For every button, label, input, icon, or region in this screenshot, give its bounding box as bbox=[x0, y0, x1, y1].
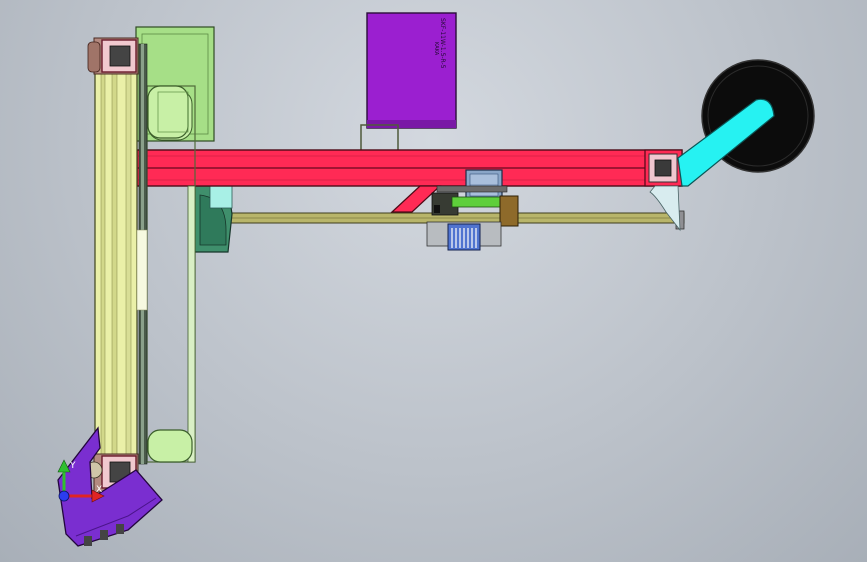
box-label-line2: KAKA bbox=[433, 42, 439, 56]
bottom-pulley-bracket[interactable] bbox=[147, 429, 193, 463]
purple-controller-box[interactable]: SKF-11W-1.5-R-5 KAKA bbox=[360, 12, 457, 152]
cad-graphics-area[interactable]: SKF-11W-1.5-R-5 KAKA Y X bbox=[0, 0, 867, 562]
box-label-line1: SKF-11W-1.5-R-5 bbox=[439, 18, 446, 69]
triad-y-label: Y bbox=[69, 461, 76, 471]
teal-end-bracket[interactable] bbox=[191, 185, 233, 253]
gear-teeth bbox=[451, 228, 477, 248]
top-pulley-bracket[interactable] bbox=[147, 85, 189, 139]
triad-x-label: X bbox=[96, 485, 102, 495]
red-horizontal-beam[interactable] bbox=[136, 149, 683, 187]
top-left-corner-block[interactable] bbox=[87, 37, 139, 75]
